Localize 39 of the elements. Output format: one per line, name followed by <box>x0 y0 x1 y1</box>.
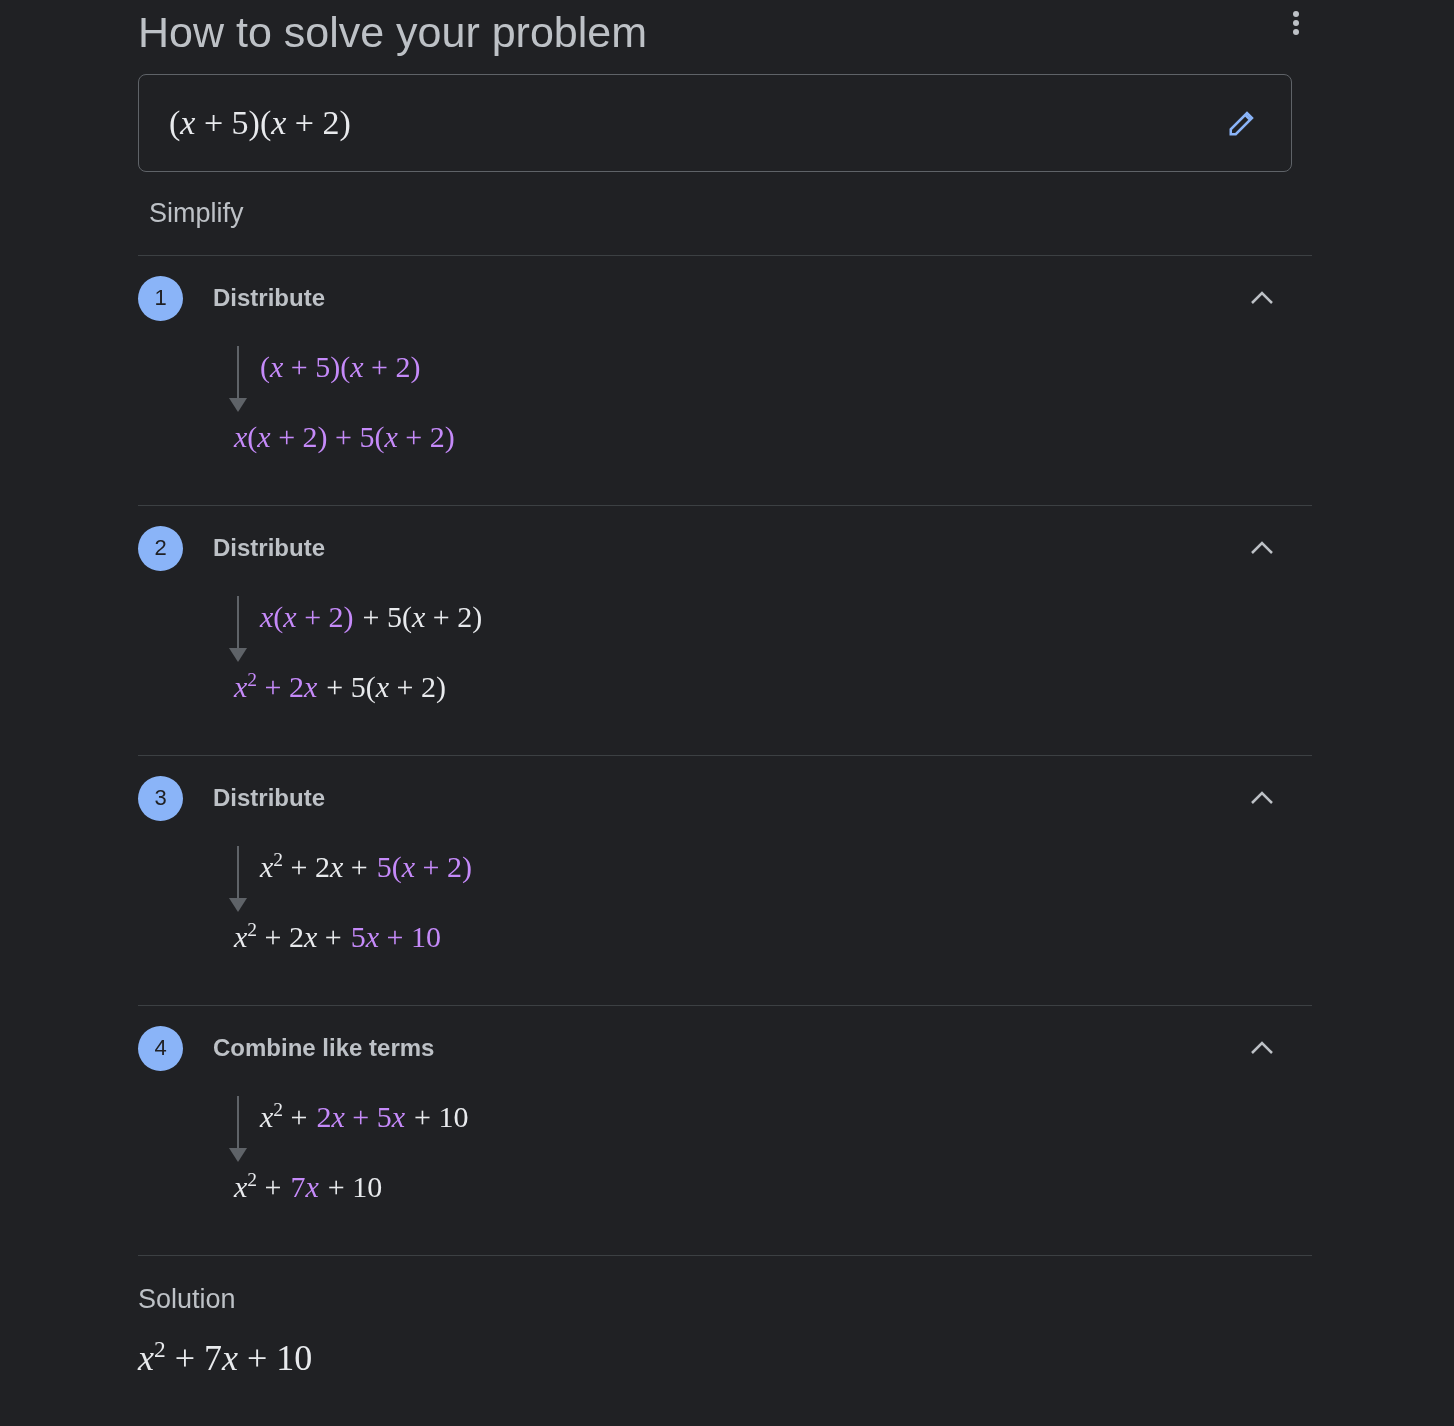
step-input-expression: 2x + 5x <box>316 1100 406 1134</box>
chevron-up-icon[interactable] <box>1250 1041 1274 1055</box>
chevron-up-icon[interactable] <box>1250 791 1274 805</box>
step-number: 4 <box>138 1025 183 1071</box>
step-input-expression: (x + 5)(x + 2) <box>260 350 421 384</box>
chevron-up-icon[interactable] <box>1250 541 1274 555</box>
page-title: How to solve your problem <box>138 7 648 58</box>
step-input-expression: x$^{2}$ + 2x + <box>260 850 368 884</box>
chevron-up-icon[interactable] <box>1250 291 1274 305</box>
step-result-expression: x(x + 2) + 5(x + 2) <box>234 420 455 454</box>
problem-field[interactable]: (x + 5)(x + 2) <box>138 74 1292 172</box>
step-result-expression: + 5(x + 2) <box>326 670 446 704</box>
step-result-expression: 5x + 10 <box>350 920 441 954</box>
step-title: Combine like terms <box>213 1034 436 1062</box>
step-result-expression: x$^{2}$ + <box>234 1170 282 1204</box>
step-number: 2 <box>138 525 183 571</box>
step-result-expression: x$^{2}$ + 2x + <box>234 920 342 954</box>
step-number: 1 <box>138 275 183 321</box>
step-input-expression: + 5(x + 2) <box>362 600 483 634</box>
step-title: Distribute <box>213 534 326 562</box>
step-title: Distribute <box>213 284 326 312</box>
step-input-expression: x$^{2}$ + <box>260 1100 308 1134</box>
problem-expression: (x + 5)(x + 2) <box>169 104 351 142</box>
more-menu-icon[interactable] <box>1290 8 1302 38</box>
step-result-expression: + 10 <box>327 1170 383 1204</box>
solution-expression: x$^{2}$ + 7x + 10 <box>138 1337 313 1379</box>
step-number: 3 <box>138 775 183 821</box>
step-result-expression: x$^{2}$ + 2x <box>234 670 318 704</box>
down-arrow-icon <box>228 846 248 914</box>
down-arrow-icon <box>228 596 248 664</box>
step-result-expression: 7x <box>290 1170 319 1204</box>
method-label: Simplify <box>148 197 245 230</box>
step-input-expression: 5(x + 2) <box>376 850 472 884</box>
down-arrow-icon <box>228 1096 248 1164</box>
step-input-expression: x(x + 2) <box>260 600 354 634</box>
step-input-expression: + 10 <box>414 1100 469 1134</box>
step-title: Distribute <box>213 784 326 812</box>
solution-label: Solution <box>138 1255 1312 1315</box>
down-arrow-icon <box>228 346 248 414</box>
